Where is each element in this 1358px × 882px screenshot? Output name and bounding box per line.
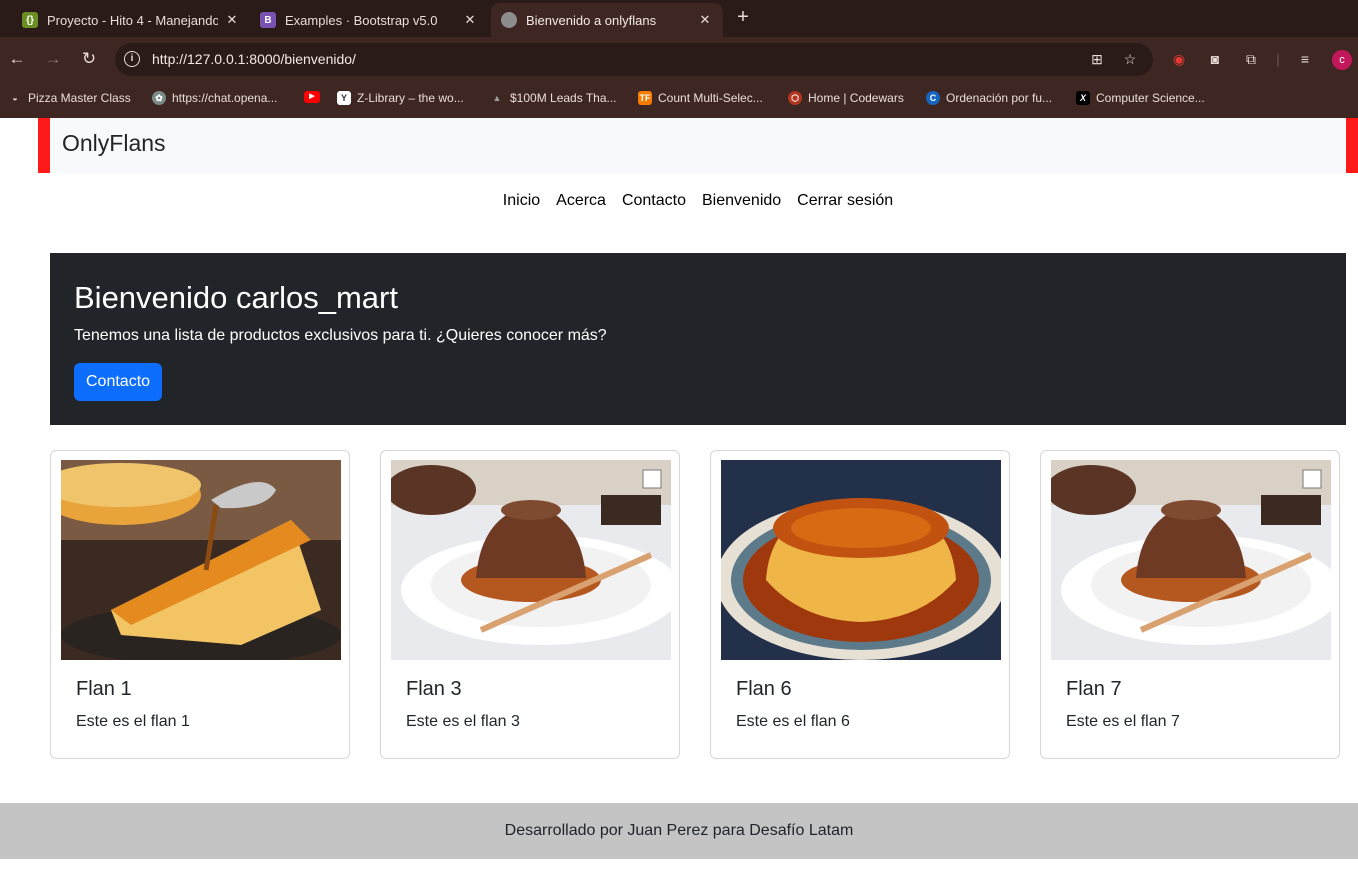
nav-inicio[interactable]: Inicio bbox=[503, 192, 540, 210]
star-icon[interactable]: ☆ bbox=[1121, 50, 1139, 68]
page-content: OnlyFlans Inicio Acerca Contacto Bienven… bbox=[0, 118, 1358, 882]
site-info-icon[interactable]: i bbox=[124, 51, 140, 67]
c-icon: C bbox=[926, 91, 940, 105]
close-icon[interactable]: ✕ bbox=[462, 12, 478, 28]
bookmark-label: Computer Science... bbox=[1096, 91, 1205, 105]
translate-icon[interactable]: ⊞ bbox=[1088, 50, 1106, 68]
globe-icon bbox=[501, 12, 517, 28]
leads-icon: ▲ bbox=[492, 93, 502, 103]
address-bar[interactable]: i http://127.0.0.1:8000/bienvenido/ ⊞ ☆ bbox=[115, 43, 1153, 76]
bookmark-label: https://chat.opena... bbox=[172, 91, 278, 105]
welcome-subtitle: Tenemos una lista de productos exclusivo… bbox=[74, 327, 607, 344]
openai-icon: ✿ bbox=[152, 91, 166, 105]
card-text: Este es el flan 6 bbox=[736, 713, 850, 730]
nav-cerrar-sesion[interactable]: Cerrar sesión bbox=[797, 192, 893, 210]
card-title: Flan 7 bbox=[1066, 678, 1122, 700]
product-card: Flan 6 Este es el flan 6 bbox=[710, 450, 1010, 759]
nav-contacto[interactable]: Contacto bbox=[622, 192, 686, 210]
record-extension-icon[interactable]: ◉ bbox=[1169, 49, 1189, 69]
site-brand[interactable]: OnlyFlans bbox=[62, 130, 166, 157]
bookmark-label: Ordenación por fu... bbox=[946, 91, 1053, 105]
zlibrary-icon: Y bbox=[337, 91, 351, 105]
card-title: Flan 1 bbox=[76, 678, 132, 700]
reload-icon[interactable]: ↻ bbox=[78, 48, 100, 70]
close-icon[interactable]: ✕ bbox=[697, 12, 713, 28]
bookmark-codewars[interactable]: ⬡ Home | Codewars bbox=[788, 91, 904, 105]
x-icon: X bbox=[1076, 91, 1090, 105]
back-icon[interactable]: ← bbox=[6, 48, 28, 70]
bookmark-chatgpt[interactable]: ✿ https://chat.opena... bbox=[152, 91, 277, 105]
camera-icon[interactable]: ◙ bbox=[1205, 49, 1225, 69]
pizza-icon: ◒ bbox=[8, 91, 22, 105]
bookmark-youtube[interactable]: ▶ bbox=[304, 91, 326, 103]
browser-tab-2[interactable]: B Examples · Bootstrap v5.0 ✕ bbox=[238, 3, 488, 37]
bookmark-leads[interactable]: ▲ $100M Leads Tha... bbox=[490, 91, 617, 105]
browser-tab-strip: {} Proyecto - Hito 4 - Manejando ✕ B Exa… bbox=[0, 0, 1358, 37]
bookmark-label: Count Multi-Selec... bbox=[658, 91, 763, 105]
bookmarks-bar: ◒ Pizza Master Class ✿ https://chat.open… bbox=[0, 82, 1358, 118]
bookmark-computer-science[interactable]: X Computer Science... bbox=[1076, 91, 1205, 105]
bookmark-zlibrary[interactable]: Y Z-Library – the wo... bbox=[337, 91, 464, 105]
flan-image bbox=[721, 460, 1001, 660]
puzzle-extensions-icon[interactable]: ⧉ bbox=[1241, 49, 1261, 69]
main-nav: Inicio Acerca Contacto Bienvenido Cerrar… bbox=[0, 192, 1358, 210]
bookmark-label: Pizza Master Class bbox=[28, 91, 131, 105]
tab-title: Examples · Bootstrap v5.0 bbox=[285, 12, 438, 28]
nav-acerca[interactable]: Acerca bbox=[556, 192, 606, 210]
card-text: Este es el flan 7 bbox=[1066, 713, 1180, 730]
browser-tab-3-active[interactable]: Bienvenido a onlyflans ✕ bbox=[491, 3, 723, 37]
page-footer: Desarrollado por Juan Perez para Desafío… bbox=[0, 803, 1358, 859]
tab-title: Bienvenido a onlyflans bbox=[526, 12, 657, 28]
welcome-title: Bienvenido carlos_mart bbox=[74, 280, 398, 315]
card-text: Este es el flan 3 bbox=[406, 713, 520, 730]
card-title: Flan 3 bbox=[406, 678, 462, 700]
brand-header: OnlyFlans bbox=[38, 118, 1358, 173]
toolbar-divider: | bbox=[1276, 51, 1280, 67]
bookmark-typeform[interactable]: TF Count Multi-Selec... bbox=[638, 91, 763, 105]
flan-image bbox=[1051, 460, 1331, 660]
bookmark-pizza[interactable]: ◒ Pizza Master Class bbox=[8, 91, 131, 105]
profile-avatar[interactable]: c bbox=[1332, 50, 1352, 70]
tab-title: Proyecto - Hito 4 - Manejando bbox=[47, 12, 218, 28]
product-card: Flan 1 Este es el flan 1 bbox=[50, 450, 350, 759]
nav-bienvenido[interactable]: Bienvenido bbox=[702, 192, 781, 210]
reading-list-icon[interactable]: ≡ bbox=[1295, 49, 1315, 69]
bookmark-label: Z-Library – the wo... bbox=[357, 91, 464, 105]
contacto-button[interactable]: Contacto bbox=[74, 363, 163, 401]
code-icon: {} bbox=[22, 12, 38, 28]
bookmark-label: $100M Leads Tha... bbox=[510, 91, 617, 105]
flan-image bbox=[391, 460, 671, 660]
browser-toolbar: ← → ↻ i http://127.0.0.1:8000/bienvenido… bbox=[0, 37, 1358, 82]
url-text[interactable]: http://127.0.0.1:8000/bienvenido/ bbox=[152, 51, 356, 67]
bootstrap-icon: B bbox=[260, 12, 276, 28]
browser-tab-1[interactable]: {} Proyecto - Hito 4 - Manejando ✕ bbox=[0, 3, 250, 37]
card-title: Flan 6 bbox=[736, 678, 792, 700]
bookmark-label: Home | Codewars bbox=[808, 91, 904, 105]
forward-icon[interactable]: → bbox=[42, 48, 64, 70]
youtube-icon: ▶ bbox=[304, 91, 320, 103]
new-tab-icon[interactable]: + bbox=[734, 6, 752, 28]
product-card: Flan 3 Este es el flan 3 bbox=[380, 450, 680, 759]
bookmark-ordenacion[interactable]: C Ordenación por fu... bbox=[926, 91, 1052, 105]
card-text: Este es el flan 1 bbox=[76, 713, 190, 730]
welcome-banner: Bienvenido carlos_mart Tenemos una lista… bbox=[50, 253, 1346, 425]
typeform-icon: TF bbox=[638, 91, 652, 105]
product-card: Flan 7 Este es el flan 7 bbox=[1040, 450, 1340, 759]
codewars-icon: ⬡ bbox=[788, 91, 802, 105]
flan-image bbox=[61, 460, 341, 660]
